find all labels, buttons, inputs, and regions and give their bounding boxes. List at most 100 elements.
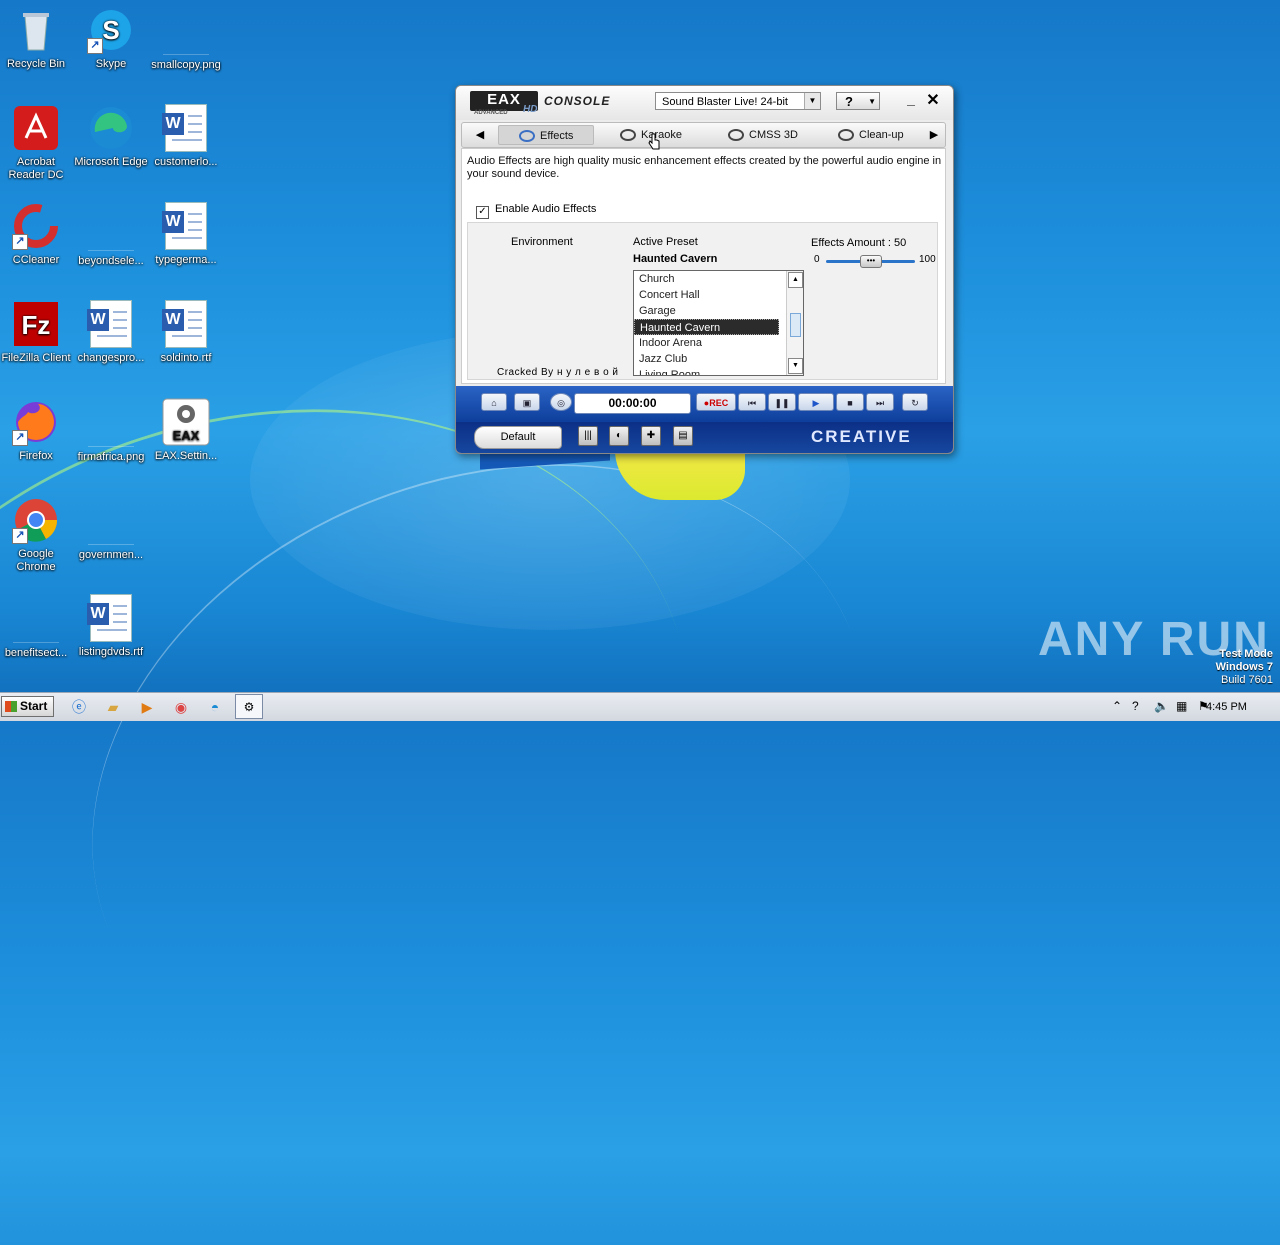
shortcut-arrow-icon: ↗ <box>87 38 103 54</box>
media-player-icon[interactable]: ▶ <box>136 696 158 718</box>
desktop-icon-soldinto[interactable]: W soldinto.rtf <box>148 300 224 365</box>
skip-forward-button[interactable]: ⏭ <box>866 393 894 411</box>
tab-cmss-3d[interactable]: CMSS 3D <box>728 125 798 145</box>
clean-up-icon <box>838 129 854 142</box>
title-bar[interactable]: EAX ADVANCED HD CONSOLE Sound Blaster Li… <box>456 86 953 120</box>
chrome-icon: ↗ <box>12 496 60 544</box>
pause-button[interactable]: ❚❚ <box>768 393 796 411</box>
list-item[interactable]: Church <box>634 271 779 287</box>
enable-audio-effects-checkbox[interactable]: ✓ Enable Audio Effects <box>476 203 596 219</box>
desktop-icon-firefox[interactable]: ↗ Firefox <box>0 398 74 463</box>
desktop-icon-benefitsect[interactable]: benefitsect... <box>0 594 74 660</box>
save-button[interactable]: ▣ <box>514 393 540 411</box>
desktop-icon-acrobat[interactable]: Acrobat Reader DC <box>0 104 74 182</box>
taskbar-eax-console[interactable]: ⚙ <box>235 694 263 719</box>
skip-back-button[interactable]: ⏮ <box>738 393 766 411</box>
chevron-down-icon[interactable]: ▼ <box>804 93 820 109</box>
checkbox-checked-icon[interactable]: ✓ <box>476 206 489 219</box>
desktop-icon-eax-settings[interactable]: EAX EAX.Settin... <box>148 398 224 463</box>
stop-button[interactable]: ■ <box>836 393 864 411</box>
mixer-icon[interactable]: ||| <box>578 426 598 446</box>
list-item[interactable]: Jazz Club <box>634 351 779 367</box>
file-icon <box>88 498 134 545</box>
play-button[interactable]: ▶ <box>798 393 834 411</box>
desktop-icon-recycle-bin[interactable]: Recycle Bin <box>0 6 74 71</box>
active-preset-value: Haunted Cavern <box>633 253 718 265</box>
desktop-icon-firmafrica[interactable]: firmafrica.png <box>73 398 149 464</box>
preset-list-scrollbar[interactable]: ▲ ▼ <box>786 271 803 375</box>
desktop-icon-chrome[interactable]: ↗ Google Chrome <box>0 496 74 574</box>
tab-scroll-left-icon[interactable]: ◀ <box>472 127 488 143</box>
file-explorer-icon[interactable]: ▰ <box>102 696 124 718</box>
list-item[interactable]: Concert Hall <box>634 287 779 303</box>
preset-list[interactable]: Church Concert Hall Garage Haunted Caver… <box>633 270 804 376</box>
start-button[interactable]: Start <box>1 696 54 717</box>
slider-min-label: 0 <box>814 254 820 265</box>
desktop-icon-listingdvds[interactable]: W listingdvds.rtf <box>73 594 149 659</box>
scrollbar-thumb[interactable] <box>790 313 801 337</box>
record-button[interactable]: ●REC <box>696 393 736 411</box>
slider-max-label: 100 <box>919 254 936 265</box>
close-button[interactable]: ✕ <box>925 93 941 109</box>
tab-bar: ◀ Effects Karaoke CMSS 3D Clean-up ▶ <box>461 122 946 148</box>
list-item[interactable]: Indoor Arena <box>634 335 779 351</box>
network-icon[interactable]: ▦ <box>1176 699 1187 713</box>
slider-thumb[interactable]: ••• <box>860 255 882 268</box>
scroll-up-icon[interactable]: ▲ <box>788 272 803 288</box>
recycle-bin-icon <box>12 6 60 54</box>
chrome-icon[interactable]: ◉ <box>170 696 192 718</box>
desktop-icon-edge[interactable]: Microsoft Edge <box>73 104 149 169</box>
desktop-icon-customerlo[interactable]: W customerlo... <box>148 104 224 169</box>
list-item[interactable]: Garage <box>634 303 779 319</box>
hand-cursor-icon <box>648 133 660 150</box>
help-button[interactable]: ? ▼ <box>836 92 880 110</box>
file-icon <box>13 596 59 643</box>
skype-icon: S ↗ <box>87 6 135 54</box>
desktop-icon-beyondsele[interactable]: beyondsele... <box>73 202 149 268</box>
svg-text:S: S <box>102 15 119 45</box>
effects-description: Audio Effects are high quality music enh… <box>467 155 942 180</box>
chevron-down-icon: ▼ <box>868 97 876 106</box>
desktop-icon-changespro[interactable]: W changespro... <box>73 300 149 365</box>
desktop-icon-smallcopy[interactable]: smallcopy.png <box>148 6 224 72</box>
desktop-icon-skype[interactable]: S ↗ Skype <box>73 6 149 71</box>
scroll-down-icon[interactable]: ▼ <box>788 358 803 374</box>
desktop-icon-filezilla[interactable]: Fz FileZilla Client <box>0 300 74 365</box>
svg-text:Fz: Fz <box>22 310 51 340</box>
help-icon[interactable]: ? <box>1132 699 1139 713</box>
tab-effects[interactable]: Effects <box>498 125 594 145</box>
shortcut-arrow-icon: ↗ <box>12 234 28 250</box>
effects-icon[interactable]: ◐ <box>609 426 629 446</box>
device-select-value: Sound Blaster Live! 24-bit <box>662 96 788 108</box>
volume-icon[interactable]: 🔈 <box>1154 699 1169 713</box>
bottom-bar: Default ||| ◐ ✚ ▤ CREATIVE <box>456 422 953 453</box>
default-button[interactable]: Default <box>474 426 562 449</box>
filezilla-icon: Fz <box>12 300 60 348</box>
edge-icon <box>87 104 135 152</box>
minimize-button[interactable]: _ <box>903 92 919 109</box>
list-item-selected[interactable]: Haunted Cavern <box>634 319 779 335</box>
eax-logo-sub: ADVANCED <box>474 110 508 116</box>
transport-bar: ⌂ ▣ ◎ 00:00:00 ●REC ⏮ ❚❚ ▶ ■ ⏭ ↻ <box>456 386 953 422</box>
edge-icon[interactable]: ◓ <box>204 696 226 718</box>
shortcut-arrow-icon: ↗ <box>12 528 28 544</box>
equalizer-icon[interactable]: ▤ <box>673 426 693 446</box>
device-select[interactable]: Sound Blaster Live! 24-bit ▼ <box>655 92 821 110</box>
show-hidden-icons-icon[interactable]: ⌃ <box>1112 699 1122 713</box>
add-effect-icon[interactable]: ✚ <box>641 426 661 446</box>
eax-settings-icon: ⚙ <box>243 700 255 714</box>
eax-console-window: EAX ADVANCED HD CONSOLE Sound Blaster Li… <box>455 85 954 454</box>
list-item[interactable]: Living Room <box>634 367 779 375</box>
tab-clean-up[interactable]: Clean-up <box>838 125 904 145</box>
desktop-icon-ccleaner[interactable]: ↗ CCleaner <box>0 202 74 267</box>
tab-scroll-right-icon[interactable]: ▶ <box>926 127 942 143</box>
desktop-icon-governmen[interactable]: governmen... <box>73 496 149 562</box>
volume-button[interactable]: ◎ <box>550 393 572 411</box>
home-button[interactable]: ⌂ <box>481 393 507 411</box>
loop-button[interactable]: ↻ <box>902 393 928 411</box>
desktop-icon-typegerma[interactable]: W typegerma... <box>148 202 224 267</box>
word-doc-icon: W <box>87 594 132 642</box>
taskbar-clock[interactable]: 4:45 PM <box>1206 701 1247 713</box>
internet-explorer-icon[interactable]: ⓔ <box>68 696 90 718</box>
system-tray: ⌃ ? 🔈 ▦ ⚑ <box>1104 693 1280 721</box>
